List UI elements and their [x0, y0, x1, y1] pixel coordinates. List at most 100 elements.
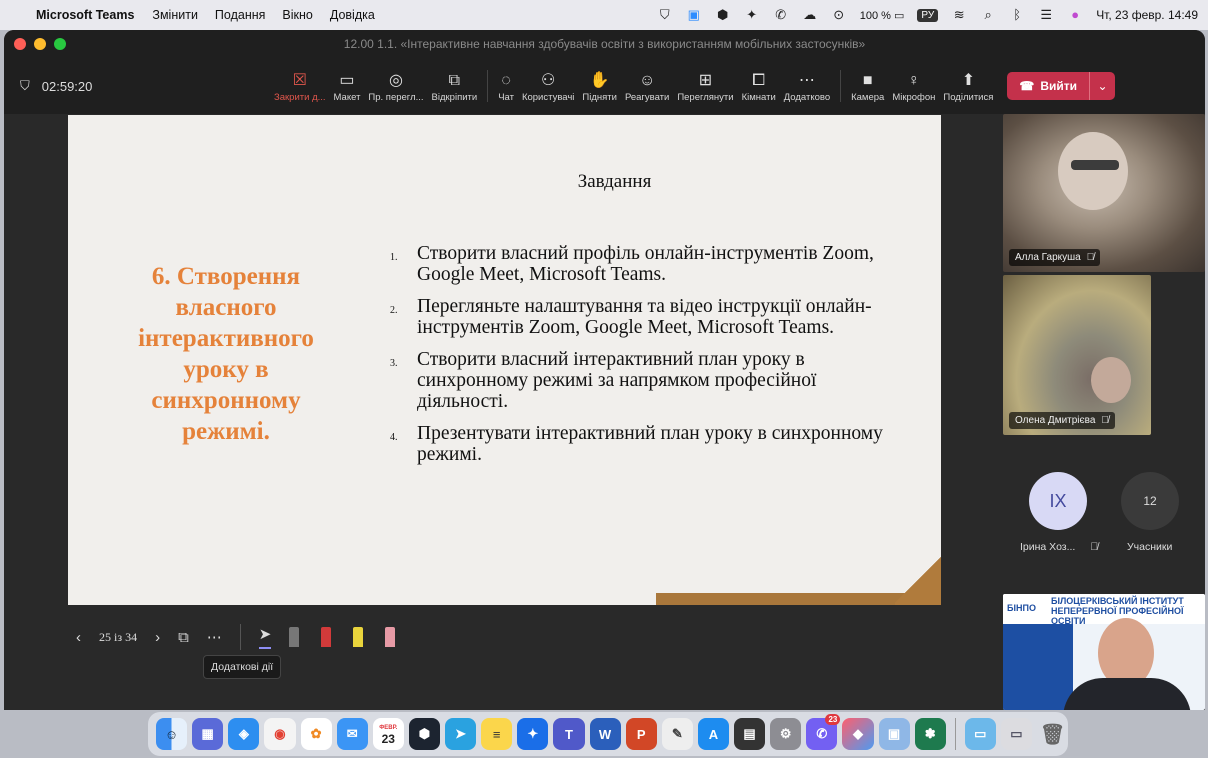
- word-icon[interactable]: W: [589, 718, 621, 750]
- self-shoulders: [1063, 678, 1191, 710]
- menu-window[interactable]: Вікно: [282, 8, 312, 22]
- phone-hangup-icon: ☎: [1019, 79, 1035, 93]
- react-label: Реагувати: [624, 91, 670, 103]
- avatar[interactable]: ІХ: [1029, 472, 1087, 530]
- chevron-left-icon[interactable]: ‹: [76, 629, 81, 646]
- participant-face: [1058, 132, 1128, 210]
- raise-hand-button[interactable]: ✋ Підняти: [578, 62, 621, 110]
- cloud-status-icon[interactable]: ☁: [802, 7, 818, 23]
- dropbox-icon[interactable]: ✦: [744, 7, 760, 23]
- battery-indicator[interactable]: 100 % ▭: [860, 9, 905, 22]
- dropbox-app-icon[interactable]: ✦: [517, 718, 549, 750]
- wifi-icon[interactable]: ≋: [951, 7, 967, 23]
- preview-icon[interactable]: ▣: [878, 718, 910, 750]
- leave-button[interactable]: ☎ Вийти: [1007, 72, 1090, 100]
- control-center-icon[interactable]: ☰: [1038, 7, 1054, 23]
- photos-icon[interactable]: ✿: [300, 718, 332, 750]
- banner-side-panel: [1003, 624, 1073, 710]
- camera-label: Камера: [851, 91, 885, 103]
- stop-sharing-label: Закрити д...: [274, 91, 326, 103]
- hexagon-app-icon[interactable]: ⬢: [408, 718, 440, 750]
- settings-icon[interactable]: ⚙: [770, 718, 802, 750]
- participants-label: Учасники: [1127, 541, 1173, 553]
- hexagon-status-icon[interactable]: ⬢: [715, 7, 731, 23]
- bluetooth-icon[interactable]: ᛒ: [1009, 7, 1025, 23]
- calculator-icon[interactable]: ▤: [734, 718, 766, 750]
- safari-icon[interactable]: ◈: [228, 718, 260, 750]
- layout-button[interactable]: ▭ Макет: [330, 62, 365, 110]
- stop-sharing-button[interactable]: ☒ Закрити д...: [270, 62, 330, 110]
- people-button[interactable]: ⚇ Користувачі: [518, 62, 578, 110]
- layout-label: Макет: [333, 91, 361, 103]
- chevron-right-icon[interactable]: ›: [155, 629, 160, 646]
- red-pen-icon[interactable]: [321, 627, 332, 647]
- recent-window-icon[interactable]: ▭: [1000, 718, 1032, 750]
- leave-button-group: ☎ Вийти ⌄: [1007, 72, 1116, 100]
- self-video-tile[interactable]: БІНПО БІЛОЦЕРКІВСЬКИЙ ІНСТИТУТ НЕПЕРЕРВН…: [1003, 594, 1205, 710]
- menu-view[interactable]: Подання: [215, 8, 265, 22]
- eraser-icon[interactable]: [289, 627, 300, 647]
- powerpoint-icon[interactable]: P: [625, 718, 657, 750]
- people-icon: ⚇: [541, 71, 556, 89]
- list-item-text: Презентувати інтерактивний план уроку в …: [417, 423, 883, 465]
- chat-label: Чат: [498, 91, 514, 103]
- leave-label: Вийти: [1040, 79, 1078, 93]
- share-button[interactable]: ⬆ Поділитися: [939, 62, 997, 110]
- colorful-app-icon[interactable]: ◆: [842, 718, 874, 750]
- spotlight-search-icon[interactable]: ⌕: [980, 7, 996, 23]
- menu-edit[interactable]: Змінити: [152, 8, 198, 22]
- view-button[interactable]: ⊞ Переглянути: [673, 62, 737, 110]
- gecko-app-icon[interactable]: ✽: [914, 718, 946, 750]
- participant-glasses: [1071, 160, 1119, 170]
- tooltip: Додаткові дії: [203, 655, 282, 679]
- participant-video-tile[interactable]: Олена Дмитрієва 🎙̸: [1003, 275, 1151, 435]
- list-item-number: 1.: [390, 252, 398, 263]
- rooms-button[interactable]: ⧠ Кімнати: [738, 62, 780, 110]
- list-item-number: 4.: [390, 432, 398, 443]
- rooms-icon: ⧠: [752, 71, 766, 89]
- play-circle-icon[interactable]: ⊙: [831, 7, 847, 23]
- popout-button[interactable]: ⧉ Відкріпити: [428, 62, 482, 110]
- trash-icon[interactable]: 🗑: [1037, 718, 1068, 750]
- menubar-clock[interactable]: Чт, 23 февр. 14:49: [1096, 8, 1198, 22]
- participants-count[interactable]: 12: [1121, 472, 1179, 530]
- teams-app-icon[interactable]: T: [553, 718, 585, 750]
- shield-status-icon[interactable]: ⛉: [657, 7, 673, 23]
- more-button[interactable]: ⋯ Додатково: [780, 62, 834, 110]
- more-label: Додатково: [783, 91, 831, 103]
- rooms-label: Кімнати: [741, 91, 776, 103]
- highlighter-icon[interactable]: [353, 627, 364, 647]
- zoom-status-icon[interactable]: ▣: [686, 7, 702, 23]
- input-language[interactable]: РУ: [917, 8, 939, 22]
- app-store-icon[interactable]: A: [697, 718, 729, 750]
- meeting-title: 12.00 1.1. «Інтерактивне навчання здобув…: [343, 37, 866, 51]
- menu-help[interactable]: Довідка: [330, 8, 375, 22]
- finder-icon[interactable]: ☺: [156, 718, 188, 750]
- laser-pointer-icon[interactable]: ➤: [258, 625, 272, 649]
- react-button[interactable]: ☺ Реагувати: [621, 62, 673, 110]
- slides-grid-icon[interactable]: ⧉: [178, 629, 189, 646]
- telegram-icon[interactable]: ➤: [445, 718, 477, 750]
- downloads-folder-icon[interactable]: ▭: [964, 718, 996, 750]
- textedit-icon[interactable]: ✎: [661, 718, 693, 750]
- launchpad-icon[interactable]: ▦: [192, 718, 224, 750]
- leave-options-button[interactable]: ⌄: [1089, 72, 1116, 100]
- chrome-icon[interactable]: ◉: [264, 718, 296, 750]
- participant-video-tile[interactable]: Алла Гаркуша 🎙̸: [1003, 114, 1205, 272]
- more-actions-icon[interactable]: ⋯: [207, 628, 222, 646]
- preview-button[interactable]: ◎ Пр. перегл...: [364, 62, 427, 110]
- viber-status-icon[interactable]: ✆: [773, 7, 789, 23]
- notes-icon[interactable]: ≡: [481, 718, 513, 750]
- camera-button[interactable]: ■ Камера: [847, 62, 888, 110]
- app-menu-name[interactable]: Microsoft Teams: [36, 8, 134, 22]
- pink-eraser-icon[interactable]: [385, 627, 396, 647]
- layout-icon: ▭: [339, 71, 355, 89]
- siri-icon[interactable]: ●: [1067, 7, 1083, 23]
- popout-icon: ⧉: [448, 71, 461, 89]
- mic-button[interactable]: ♀ Мікрофон: [888, 62, 939, 110]
- calendar-icon[interactable]: ФЕВР. 23: [372, 718, 404, 750]
- chat-button[interactable]: ◌ Чат: [494, 62, 518, 110]
- mail-icon[interactable]: ✉: [336, 718, 368, 750]
- people-label: Користувачі: [521, 91, 575, 103]
- viber-icon[interactable]: ✆ 23: [806, 714, 841, 750]
